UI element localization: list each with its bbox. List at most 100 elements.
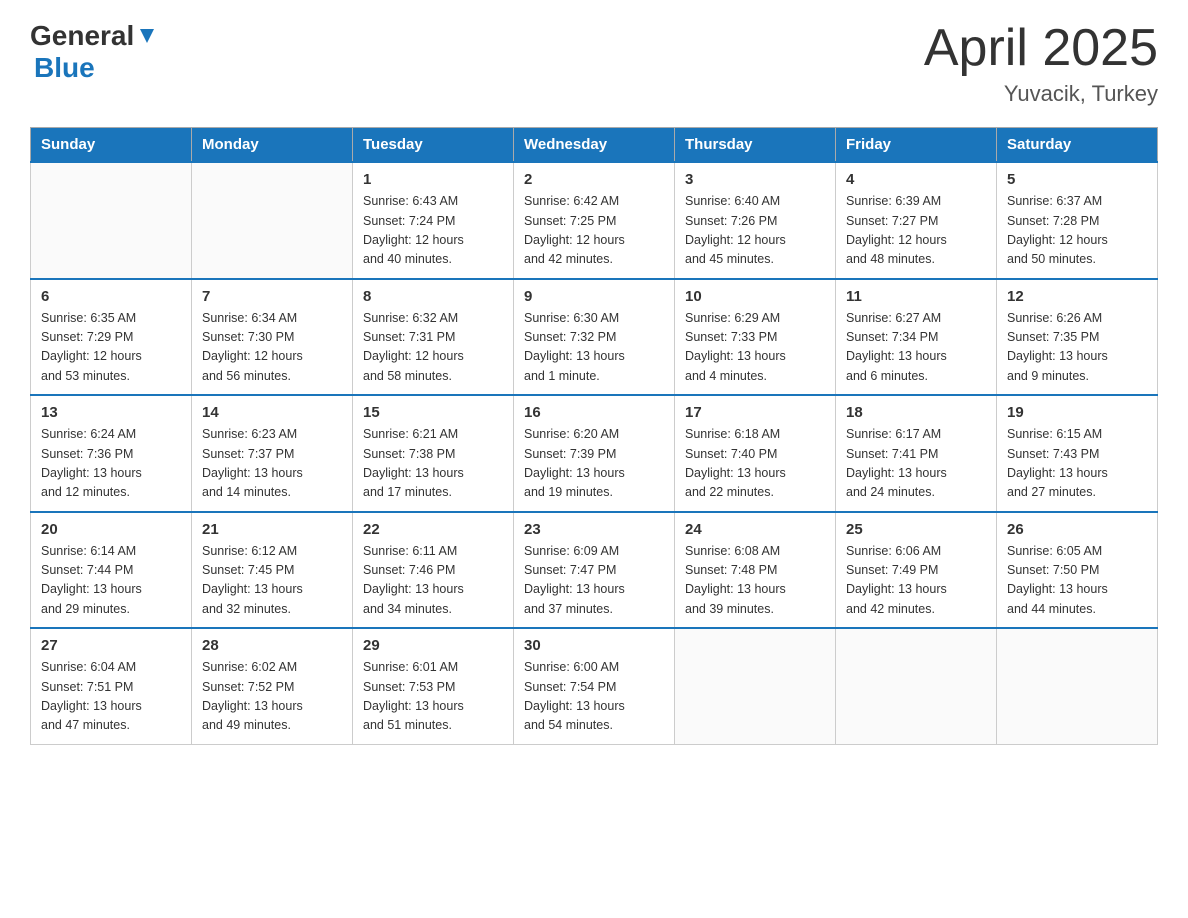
header-cell-friday: Friday	[836, 128, 997, 163]
week-row-3: 20 Sunrise: 6:14 AMSunset: 7:44 PMDayligh…	[31, 512, 1158, 629]
day-number: 6	[41, 288, 181, 305]
day-info: Sunrise: 6:43 AMSunset: 7:24 PMDaylight:…	[363, 192, 503, 270]
week-row-4: 27 Sunrise: 6:04 AMSunset: 7:51 PMDayligh…	[31, 628, 1158, 744]
day-number: 19	[1007, 404, 1147, 421]
calendar-cell: 10Sunrise: 6:29 AMSunset: 7:33 PMDayligh…	[675, 279, 836, 396]
day-info: Sunrise: 6:09 AMSunset: 7:47 PMDaylight:…	[524, 542, 664, 620]
logo-general-text: General	[30, 20, 134, 52]
calendar-cell: 4Sunrise: 6:39 AMSunset: 7:27 PMDaylight…	[836, 162, 997, 279]
day-info: Sunrise: 6:29 AMSunset: 7:33 PMDaylight:…	[685, 309, 825, 387]
calendar-cell: 25 Sunrise: 6:06 AMSunset: 7:49 PMDayligh…	[836, 512, 997, 629]
calendar-cell: 24 Sunrise: 6:08 AMSunset: 7:48 PMDayligh…	[675, 512, 836, 629]
calendar-cell: 29 Sunrise: 6:01 AMSunset: 7:53 PMDayligh…	[353, 628, 514, 744]
day-info: Sunrise: 6:08 AMSunset: 7:48 PMDaylight:…	[685, 542, 825, 620]
day-number: 11	[846, 288, 986, 305]
header-row: SundayMondayTuesdayWednesdayThursdayFrid…	[31, 128, 1158, 163]
day-number: 15	[363, 404, 503, 421]
header-cell-thursday: Thursday	[675, 128, 836, 163]
logo-blue-text: Blue	[34, 52, 95, 83]
day-info: Sunrise: 6:06 AMSunset: 7:49 PMDaylight:…	[846, 542, 986, 620]
calendar-cell	[836, 628, 997, 744]
calendar-cell: 26Sunrise: 6:05 AMSunset: 7:50 PMDayligh…	[997, 512, 1158, 629]
calendar-cell: 13 Sunrise: 6:24 AMSunset: 7:36 PMDayligh…	[31, 395, 192, 512]
calendar-cell: 30Sunrise: 6:00 AMSunset: 7:54 PMDayligh…	[514, 628, 675, 744]
calendar-cell: 11 Sunrise: 6:27 AMSunset: 7:34 PMDayligh…	[836, 279, 997, 396]
header-cell-saturday: Saturday	[997, 128, 1158, 163]
calendar-cell	[192, 162, 353, 279]
day-info: Sunrise: 6:37 AMSunset: 7:28 PMDaylight:…	[1007, 192, 1147, 270]
day-number: 18	[846, 404, 986, 421]
day-number: 3	[685, 171, 825, 188]
day-info: Sunrise: 6:24 AMSunset: 7:36 PMDaylight:…	[41, 425, 181, 503]
calendar-header: SundayMondayTuesdayWednesdayThursdayFrid…	[31, 128, 1158, 163]
day-number: 7	[202, 288, 342, 305]
day-info: Sunrise: 6:32 AMSunset: 7:31 PMDaylight:…	[363, 309, 503, 387]
day-number: 27	[41, 637, 181, 654]
week-row-2: 13 Sunrise: 6:24 AMSunset: 7:36 PMDayligh…	[31, 395, 1158, 512]
calendar-cell: 20 Sunrise: 6:14 AMSunset: 7:44 PMDayligh…	[31, 512, 192, 629]
header-cell-sunday: Sunday	[31, 128, 192, 163]
day-number: 28	[202, 637, 342, 654]
day-number: 17	[685, 404, 825, 421]
day-info: Sunrise: 6:35 AMSunset: 7:29 PMDaylight:…	[41, 309, 181, 387]
day-info: Sunrise: 6:30 AMSunset: 7:32 PMDaylight:…	[524, 309, 664, 387]
calendar-cell	[675, 628, 836, 744]
location-title: Yuvacik, Turkey	[924, 81, 1158, 107]
calendar-cell: 8 Sunrise: 6:32 AMSunset: 7:31 PMDaylight…	[353, 279, 514, 396]
logo: General Blue	[30, 20, 158, 84]
day-number: 23	[524, 521, 664, 538]
title-section: April 2025 Yuvacik, Turkey	[924, 20, 1158, 107]
day-info: Sunrise: 6:42 AMSunset: 7:25 PMDaylight:…	[524, 192, 664, 270]
calendar-cell: 23 Sunrise: 6:09 AMSunset: 7:47 PMDayligh…	[514, 512, 675, 629]
day-number: 21	[202, 521, 342, 538]
day-number: 13	[41, 404, 181, 421]
calendar-cell: 27 Sunrise: 6:04 AMSunset: 7:51 PMDayligh…	[31, 628, 192, 744]
calendar-cell: 6 Sunrise: 6:35 AMSunset: 7:29 PMDaylight…	[31, 279, 192, 396]
day-info: Sunrise: 6:26 AMSunset: 7:35 PMDaylight:…	[1007, 309, 1147, 387]
day-info: Sunrise: 6:12 AMSunset: 7:45 PMDaylight:…	[202, 542, 342, 620]
day-number: 22	[363, 521, 503, 538]
day-info: Sunrise: 6:00 AMSunset: 7:54 PMDaylight:…	[524, 658, 664, 736]
day-info: Sunrise: 6:20 AMSunset: 7:39 PMDaylight:…	[524, 425, 664, 503]
calendar-cell	[997, 628, 1158, 744]
day-info: Sunrise: 6:04 AMSunset: 7:51 PMDaylight:…	[41, 658, 181, 736]
calendar-cell: 17 Sunrise: 6:18 AMSunset: 7:40 PMDayligh…	[675, 395, 836, 512]
day-number: 5	[1007, 171, 1147, 188]
day-info: Sunrise: 6:27 AMSunset: 7:34 PMDaylight:…	[846, 309, 986, 387]
day-number: 9	[524, 288, 664, 305]
day-number: 14	[202, 404, 342, 421]
calendar-table: SundayMondayTuesdayWednesdayThursdayFrid…	[30, 127, 1158, 745]
header-cell-wednesday: Wednesday	[514, 128, 675, 163]
day-number: 24	[685, 521, 825, 538]
day-info: Sunrise: 6:34 AMSunset: 7:30 PMDaylight:…	[202, 309, 342, 387]
calendar-cell: 18Sunrise: 6:17 AMSunset: 7:41 PMDayligh…	[836, 395, 997, 512]
calendar-body: 1Sunrise: 6:43 AMSunset: 7:24 PMDaylight…	[31, 162, 1158, 744]
day-number: 20	[41, 521, 181, 538]
calendar-cell: 21 Sunrise: 6:12 AMSunset: 7:45 PMDayligh…	[192, 512, 353, 629]
calendar-cell: 9 Sunrise: 6:30 AMSunset: 7:32 PMDaylight…	[514, 279, 675, 396]
calendar-cell: 16 Sunrise: 6:20 AMSunset: 7:39 PMDayligh…	[514, 395, 675, 512]
day-info: Sunrise: 6:14 AMSunset: 7:44 PMDaylight:…	[41, 542, 181, 620]
day-number: 8	[363, 288, 503, 305]
calendar-cell	[31, 162, 192, 279]
day-number: 29	[363, 637, 503, 654]
day-info: Sunrise: 6:39 AMSunset: 7:27 PMDaylight:…	[846, 192, 986, 270]
day-number: 25	[846, 521, 986, 538]
day-info: Sunrise: 6:05 AMSunset: 7:50 PMDaylight:…	[1007, 542, 1147, 620]
day-number: 16	[524, 404, 664, 421]
day-info: Sunrise: 6:21 AMSunset: 7:38 PMDaylight:…	[363, 425, 503, 503]
calendar-cell: 2 Sunrise: 6:42 AMSunset: 7:25 PMDaylight…	[514, 162, 675, 279]
page-header: General Blue April 2025 Yuvacik, Turkey	[30, 20, 1158, 107]
calendar-cell: 5 Sunrise: 6:37 AMSunset: 7:28 PMDaylight…	[997, 162, 1158, 279]
day-info: Sunrise: 6:11 AMSunset: 7:46 PMDaylight:…	[363, 542, 503, 620]
day-info: Sunrise: 6:18 AMSunset: 7:40 PMDaylight:…	[685, 425, 825, 503]
calendar-cell: 7 Sunrise: 6:34 AMSunset: 7:30 PMDaylight…	[192, 279, 353, 396]
header-cell-monday: Monday	[192, 128, 353, 163]
day-info: Sunrise: 6:01 AMSunset: 7:53 PMDaylight:…	[363, 658, 503, 736]
calendar-cell: 28 Sunrise: 6:02 AMSunset: 7:52 PMDayligh…	[192, 628, 353, 744]
calendar-cell: 19Sunrise: 6:15 AMSunset: 7:43 PMDayligh…	[997, 395, 1158, 512]
day-info: Sunrise: 6:02 AMSunset: 7:52 PMDaylight:…	[202, 658, 342, 736]
day-number: 2	[524, 171, 664, 188]
day-info: Sunrise: 6:23 AMSunset: 7:37 PMDaylight:…	[202, 425, 342, 503]
week-row-1: 6 Sunrise: 6:35 AMSunset: 7:29 PMDaylight…	[31, 279, 1158, 396]
